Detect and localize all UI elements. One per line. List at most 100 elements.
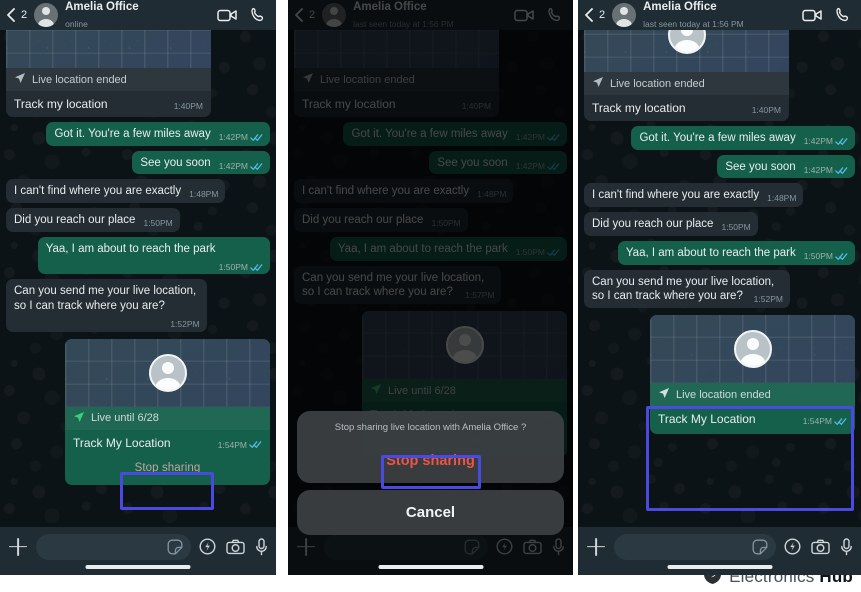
- message-row: Live location ended Track My Location 1:…: [584, 315, 855, 435]
- message-meta: 1:54PM: [803, 416, 847, 426]
- message-bubble-outgoing[interactable]: Got it. You're a few miles away 1:42PM: [631, 126, 855, 150]
- attach-plus-icon[interactable]: [8, 537, 28, 557]
- location-card-footer: Track My Location 1:54PM: [650, 406, 855, 434]
- contact-avatar[interactable]: [612, 3, 637, 27]
- map-thumbnail: [65, 338, 270, 407]
- contact-name: Amelia Office: [65, 1, 139, 14]
- camera-icon[interactable]: [226, 539, 245, 555]
- read-receipt-icon: [835, 166, 848, 174]
- message-meta: 1:50PM: [804, 251, 848, 262]
- message-bubble-incoming[interactable]: Did you reach our place 1:50PM: [6, 208, 180, 232]
- message-text: I can't find where you are exactly: [14, 185, 182, 198]
- message-row: Yaa, I am about to reach the park 1:50PM: [584, 240, 855, 265]
- sticker-icon[interactable]: [752, 539, 768, 555]
- message-row: See you soon 1:42PM: [6, 150, 270, 175]
- contact-name: Amelia Office: [643, 1, 717, 14]
- phone-panel-1: 2 Amelia Office online Live location end…: [0, 0, 276, 575]
- message-bubble-incoming[interactable]: I can't find where you are exactly 1:48P…: [584, 183, 804, 208]
- contact-status: online: [65, 19, 88, 29]
- message-timestamp: 1:54PM: [802, 416, 832, 427]
- message-row: Live until 6/28 Track My Location 1:54PM…: [6, 338, 270, 485]
- live-until-text: Live until 6/28: [91, 412, 159, 425]
- map-thumbnail: [6, 30, 211, 68]
- message-timestamp: 1:40PM: [751, 105, 781, 115]
- message-bubble-outgoing[interactable]: See you soon 1:42PM: [717, 154, 855, 179]
- message-timestamp: 1:50PM: [218, 261, 248, 272]
- live-location-icon: [592, 76, 604, 91]
- dialog-confirm-button[interactable]: Stop sharing: [297, 442, 564, 483]
- chat-title-block[interactable]: Amelia Office last seen today at 1:56 PM: [641, 0, 797, 32]
- location-card-title: Track my location: [592, 101, 686, 115]
- message-timestamp: 1:42PM: [803, 136, 833, 146]
- live-location-card-ended[interactable]: Live location ended Track My Location 1:…: [650, 315, 855, 435]
- microphone-icon[interactable]: [255, 537, 268, 556]
- message-bubble-incoming[interactable]: Can you send me your live location, so I…: [584, 269, 790, 309]
- message-bubble-incoming[interactable]: Can you send me your live location, so I…: [6, 279, 207, 332]
- message-text: Yaa, I am about to reach the park: [625, 246, 796, 259]
- read-receipt-icon: [835, 138, 848, 145]
- payment-icon[interactable]: [199, 538, 216, 555]
- video-call-icon[interactable]: [802, 8, 822, 22]
- message-text: Got it. You're a few miles away: [54, 128, 211, 140]
- message-bubble-outgoing[interactable]: See you soon 1:42PM: [132, 150, 270, 175]
- message-bubble-outgoing[interactable]: Yaa, I am about to reach the park 1:50PM: [617, 240, 855, 265]
- home-indicator: [378, 565, 483, 569]
- voice-call-icon[interactable]: [250, 7, 266, 23]
- sticker-icon[interactable]: [167, 539, 183, 555]
- location-card-incoming[interactable]: Live location ended Track my location 1:…: [6, 30, 211, 117]
- read-receipt-icon: [834, 417, 847, 425]
- message-row: Can you send me your live location, so I…: [584, 269, 855, 309]
- read-receipt-icon: [250, 263, 263, 271]
- live-location-status-text: Live location ended: [610, 77, 705, 90]
- message-text: Yaa, I am about to reach the park: [45, 242, 216, 255]
- microphone-icon[interactable]: [840, 537, 853, 556]
- message-meta: 1:42PM: [804, 136, 848, 147]
- live-location-status-text: Live location ended: [676, 388, 771, 401]
- contact-avatar[interactable]: [34, 3, 59, 27]
- message-input[interactable]: [36, 533, 191, 560]
- message-meta: 1:48PM: [767, 193, 796, 204]
- message-meta: 1:50PM: [143, 218, 172, 229]
- back-arrow-icon[interactable]: [5, 8, 16, 22]
- message-row: Yaa, I am about to reach the park 1:50PM: [6, 236, 270, 275]
- chat-title-block[interactable]: Amelia Office online: [63, 0, 212, 32]
- location-card-footer: Track my location 1:40PM: [6, 91, 211, 117]
- message-input[interactable]: [614, 533, 776, 560]
- payment-icon[interactable]: [784, 538, 801, 555]
- voice-call-icon[interactable]: [835, 7, 851, 23]
- dialog-cancel-button[interactable]: Cancel: [297, 490, 564, 535]
- message-meta: 1:48PM: [189, 189, 218, 200]
- message-list: Live location ended Track my location 1:…: [578, 30, 861, 527]
- message-text: I can't find where you are exactly: [592, 189, 760, 202]
- message-bubble-incoming[interactable]: I can't find where you are exactly 1:48P…: [6, 179, 226, 204]
- header-actions: [802, 7, 853, 23]
- message-meta: 1:52PM: [754, 294, 783, 305]
- chat-header: 2 Amelia Office last seen today at 1:56 …: [578, 0, 861, 30]
- unread-count-badge[interactable]: 2: [21, 9, 27, 21]
- live-location-status-strip: Live location ended: [650, 383, 855, 407]
- camera-icon[interactable]: [811, 539, 830, 555]
- location-card-title: Track My Location: [73, 435, 171, 450]
- video-call-icon[interactable]: [217, 8, 237, 22]
- message-bubble-incoming[interactable]: Did you reach our place 1:50PM: [584, 212, 758, 236]
- message-timestamp: 1:50PM: [143, 218, 173, 229]
- message-meta: 1:42PM: [804, 165, 848, 176]
- message-text: Can you send me your live location, so I…: [14, 285, 197, 313]
- attach-plus-icon[interactable]: [586, 537, 606, 557]
- message-bubble-outgoing[interactable]: Got it. You're a few miles away 1:42PM: [46, 122, 270, 146]
- location-card-incoming[interactable]: Live location ended Track my location 1:…: [584, 30, 789, 121]
- message-meta: 1:42PM: [219, 132, 263, 143]
- message-text: Did you reach our place: [592, 218, 714, 231]
- message-bubble-outgoing[interactable]: Yaa, I am about to reach the park 1:50PM: [37, 236, 270, 275]
- live-location-status-text: Live location ended: [32, 73, 127, 86]
- back-arrow-icon[interactable]: [583, 8, 594, 22]
- input-bar-actions: [199, 537, 268, 556]
- live-location-card-outgoing[interactable]: Live until 6/28 Track My Location 1:54PM…: [65, 338, 270, 485]
- read-receipt-icon: [250, 134, 263, 141]
- message-list: Live location ended Track my location 1:…: [0, 30, 276, 527]
- header-actions: [217, 7, 268, 23]
- message-row: Did you reach our place 1:50PM: [584, 212, 855, 236]
- unread-count-badge[interactable]: 2: [599, 9, 605, 21]
- stop-sharing-button[interactable]: Stop sharing: [65, 456, 270, 485]
- message-timestamp: 1:48PM: [767, 193, 797, 204]
